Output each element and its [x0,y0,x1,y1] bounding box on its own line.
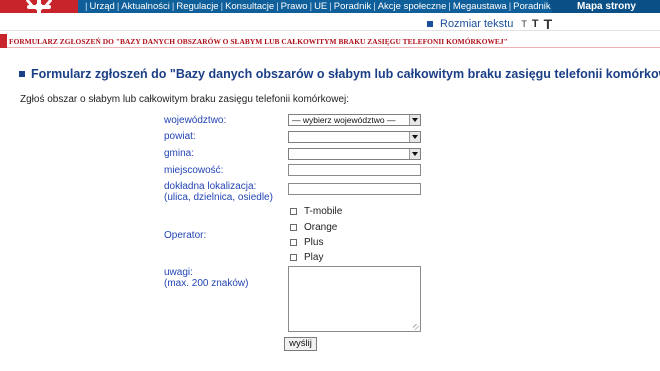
checkbox[interactable] [290,224,297,231]
nav-item-prawo[interactable]: Prawo [279,1,310,12]
breadcrumb-text: FORMULARZ ZGŁOSZEŃ DO "BAZY DANYCH OBSZA… [9,37,508,46]
nav-item-akcje-spoleczne[interactable]: Akcje społeczne [376,1,449,12]
gmina-select[interactable] [288,148,421,160]
main-menu: | Urząd | Aktualności | Regulacje | Kons… [85,1,579,12]
text-size-large-button[interactable]: T [544,16,553,32]
resize-grip-icon[interactable] [413,324,419,330]
gmina-label: gmina: [164,148,195,159]
operator-option-plus[interactable]: Plus [290,237,323,248]
nav-item-aktualnosci[interactable]: Aktualności [119,1,172,12]
wojewodztwo-label: województwo: [164,115,227,126]
page-title-text: Formularz zgłoszeń do "Bazy danych obsza… [31,67,660,81]
bullet-square-icon [19,71,25,77]
nav-item-urzad[interactable]: Urząd [87,1,116,12]
breadcrumb-marker [0,34,7,48]
uwagi-textarea[interactable] [288,266,421,332]
operator-option-tmobile[interactable]: T-mobile [290,206,342,217]
wojewodztwo-select[interactable]: — wybierz województwo — [288,114,421,126]
eagle-emblem-icon [26,0,52,13]
nav-item-poradnik[interactable]: Poradnik [332,1,374,12]
chevron-down-icon [409,115,420,125]
text-size-bar: Rozmiar tekstu T T T [0,13,660,32]
wojewodztwo-select-value: — wybierz województwo — [292,115,396,125]
lokalizacja-input[interactable] [288,183,421,195]
operator-option-play[interactable]: Play [290,252,323,263]
text-size-controls: Rozmiar tekstu T T T [427,16,552,32]
submit-button[interactable]: wyślij [284,337,317,351]
breadcrumb: FORMULARZ ZGŁOSZEŃ DO "BAZY DANYCH OBSZA… [0,34,660,48]
bullet-square-icon [427,21,433,27]
nav-item-megaustawa[interactable]: Megaustawa [451,1,509,12]
intro-text: Zgłoś obszar o słabym lub całkowitym bra… [20,94,350,105]
top-navigation-bar: | Urząd | Aktualności | Regulacje | Kons… [0,0,660,13]
lokalizacja-label: dokładna lokalizacja: (ulica, dzielnica,… [164,181,273,203]
chevron-down-icon [409,132,420,142]
powiat-select[interactable] [288,131,421,143]
operator-label: Operator: [164,230,207,241]
page-title: Formularz zgłoszeń do "Bazy danych obsza… [19,67,660,81]
miejscowosc-label: miejscowość: [164,165,224,176]
operator-option-orange[interactable]: Orange [290,222,337,233]
uwagi-label: uwagi: (max. 200 znaków) [164,267,249,289]
miejscowosc-input[interactable] [288,164,421,176]
checkbox[interactable] [290,208,297,215]
checkbox[interactable] [290,239,297,246]
nav-item-ue[interactable]: UE [312,1,329,12]
chevron-down-icon [409,149,420,159]
nav-item-konsultacje[interactable]: Konsultacje [223,1,276,12]
text-size-label: Rozmiar tekstu [440,18,514,30]
text-size-medium-button[interactable]: T [532,18,539,30]
text-size-small-button[interactable]: T [521,19,527,29]
logo[interactable] [0,0,78,13]
powiat-label: powiat: [164,131,196,142]
checkbox[interactable] [290,254,297,261]
site-map-link[interactable]: Mapa strony [553,0,660,13]
nav-item-regulacje[interactable]: Regulacje [174,1,220,12]
